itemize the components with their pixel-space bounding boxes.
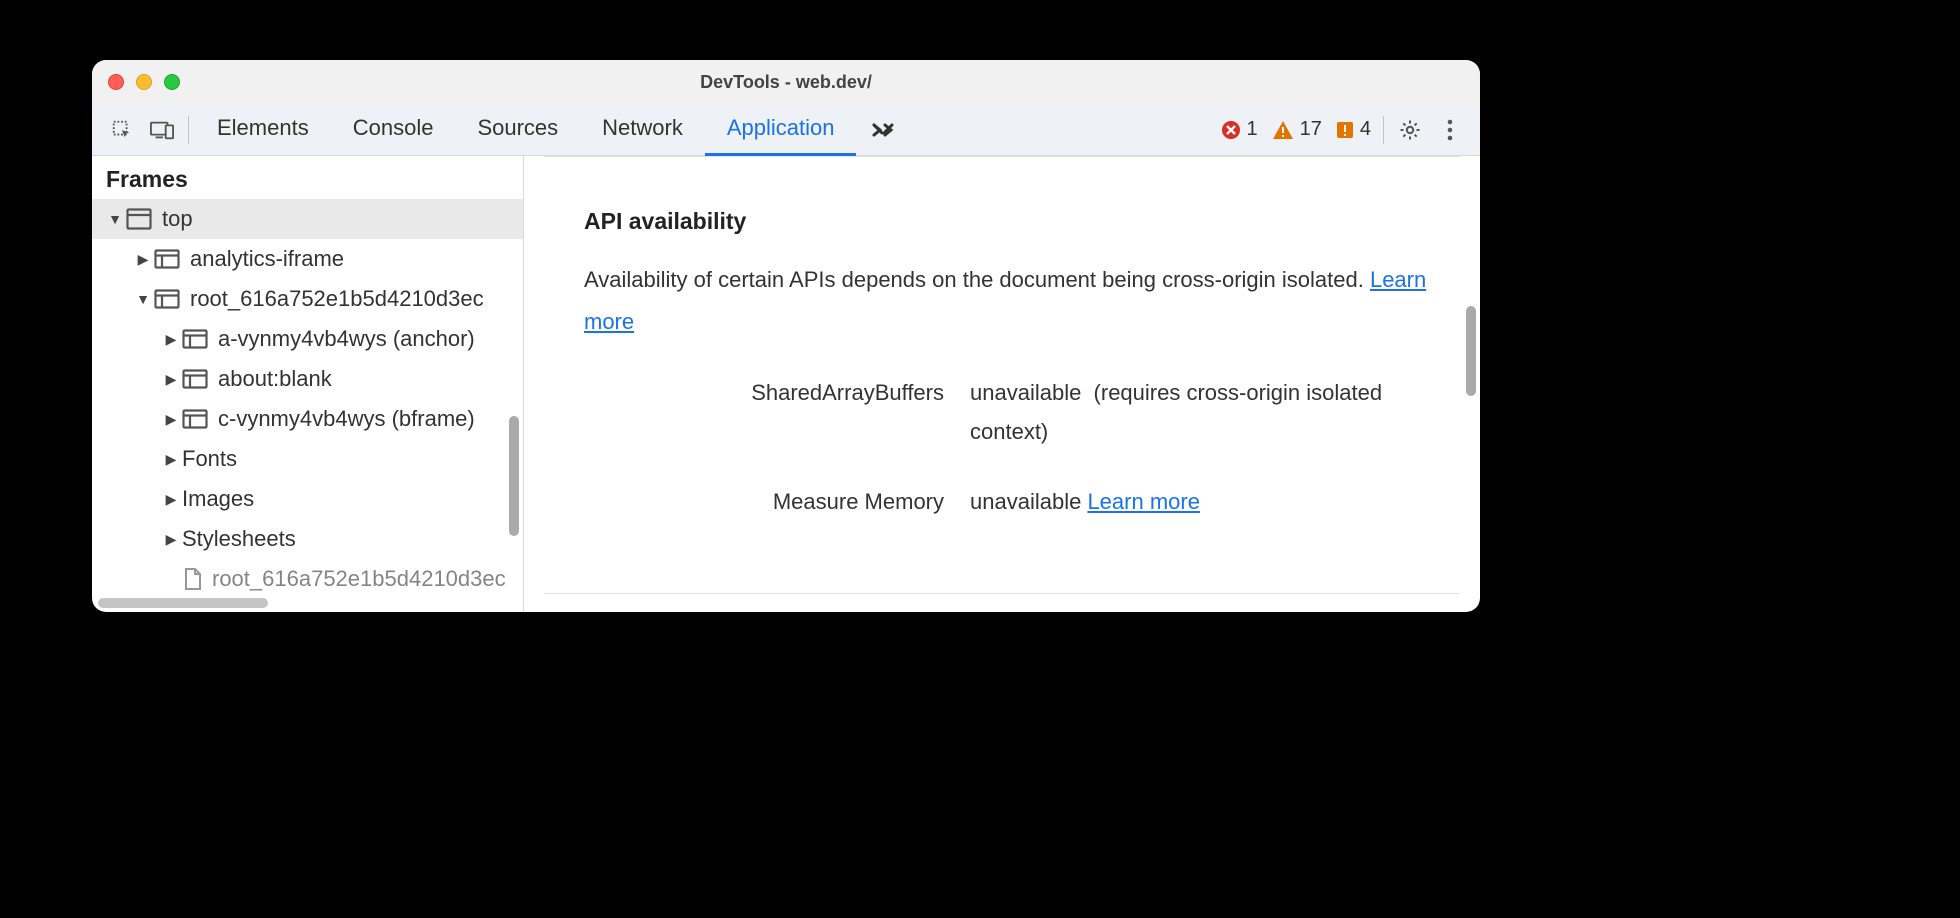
api-status-text: unavailable [970, 380, 1081, 405]
warning-icon [1272, 120, 1294, 140]
tab-console[interactable]: Console [331, 104, 456, 156]
tree-folder-fonts[interactable]: ▶ Fonts [92, 439, 523, 479]
expand-icon[interactable]: ▶ [164, 491, 178, 508]
frame-top[interactable]: ▼ top [92, 199, 523, 239]
tree-file-item[interactable]: root_616a752e1b5d4210d3ec [92, 559, 523, 599]
expand-icon[interactable]: ▶ [164, 531, 178, 548]
tab-application[interactable]: Application [705, 104, 857, 156]
sidebar-vertical-scrollbar[interactable] [509, 416, 519, 536]
api-status-text: unavailable [970, 489, 1081, 514]
tab-network[interactable]: Network [580, 104, 705, 156]
warnings-count[interactable]: 17 [1272, 118, 1322, 141]
expand-icon[interactable]: ▶ [164, 451, 178, 468]
window-title: DevTools - web.dev/ [92, 72, 1480, 93]
close-window-button[interactable] [108, 74, 124, 90]
issues-count[interactable]: 4 [1336, 118, 1371, 141]
frame-label: top [162, 206, 193, 232]
iframe-icon [154, 289, 180, 309]
iframe-icon [182, 329, 208, 349]
api-row-key: SharedArrayBuffers [584, 373, 944, 452]
frame-label: root_616a752e1b5d4210d3ec [190, 286, 484, 312]
api-row-value: unavailable (requires cross-origin isola… [970, 373, 1432, 452]
divider [544, 156, 1460, 157]
devtools-toolbar: Elements Console Sources Network Applica… [92, 104, 1480, 156]
iframe-icon [154, 249, 180, 269]
expand-icon[interactable]: ▶ [164, 331, 178, 348]
window-titlebar: DevTools - web.dev/ [92, 60, 1480, 104]
iframe-icon [182, 409, 208, 429]
frame-item[interactable]: ▶ analytics-iframe [92, 239, 523, 279]
frame-item[interactable]: ▶ c-vynmy4vb4wys (bframe) [92, 399, 523, 439]
expand-icon[interactable]: ▶ [164, 411, 178, 428]
sidebar-horizontal-scrollbar[interactable] [98, 598, 268, 608]
window-controls [92, 74, 180, 90]
devtools-window: DevTools - web.dev/ Elements Console Sou… [92, 60, 1480, 612]
file-icon [182, 568, 202, 590]
expand-icon[interactable]: ▶ [164, 371, 178, 388]
frame-label: c-vynmy4vb4wys (bframe) [218, 406, 475, 432]
frame-details-pane: API availability Availability of certain… [524, 156, 1480, 612]
expand-icon[interactable]: ▼ [108, 211, 122, 227]
tree-folder-images[interactable]: ▶ Images [92, 479, 523, 519]
content-vertical-scrollbar[interactable] [1466, 306, 1476, 396]
api-availability-table: SharedArrayBuffers unavailable (requires… [584, 373, 1432, 522]
error-icon [1221, 120, 1241, 140]
inspect-element-icon[interactable] [102, 104, 142, 156]
panel-tabs: Elements Console Sources Network Applica… [195, 104, 910, 156]
issues-count-value: 4 [1360, 118, 1371, 141]
iframe-icon [182, 369, 208, 389]
learn-more-link[interactable]: Learn more [1087, 489, 1200, 514]
frame-label: a-vynmy4vb4wys (anchor) [218, 326, 475, 352]
device-toolbar-icon[interactable] [142, 104, 182, 156]
panel-body: Frames ▼ top ▶ analytics-iframe [92, 156, 1480, 612]
toolbar-separator [1383, 116, 1384, 144]
api-availability-heading: API availability [584, 208, 1432, 235]
frame-item[interactable]: ▶ a-vynmy4vb4wys (anchor) [92, 319, 523, 359]
expand-icon[interactable]: ▶ [136, 251, 150, 268]
tree-folder-label: Fonts [182, 446, 237, 472]
toolbar-separator [188, 116, 189, 144]
frames-sidebar: Frames ▼ top ▶ analytics-iframe [92, 156, 524, 612]
expand-icon[interactable]: ▼ [136, 291, 150, 307]
api-availability-description: Availability of certain APIs depends on … [584, 259, 1432, 343]
api-row-value: unavailable Learn more [970, 482, 1432, 522]
frames-tree: ▼ top ▶ analytics-iframe ▼ [92, 199, 523, 599]
settings-icon[interactable] [1390, 118, 1430, 142]
tab-sources[interactable]: Sources [455, 104, 580, 156]
frame-item[interactable]: ▼ root_616a752e1b5d4210d3ec [92, 279, 523, 319]
frame-label: analytics-iframe [190, 246, 344, 272]
divider [544, 593, 1460, 594]
tree-folder-label: Images [182, 486, 254, 512]
errors-count-value: 1 [1247, 118, 1258, 141]
more-options-icon[interactable] [1430, 119, 1470, 141]
tab-elements[interactable]: Elements [195, 104, 331, 156]
tree-file-label: root_616a752e1b5d4210d3ec [212, 566, 506, 592]
tree-folder-stylesheets[interactable]: ▶ Stylesheets [92, 519, 523, 559]
window-icon [126, 208, 152, 230]
issue-icon [1336, 121, 1354, 139]
warnings-count-value: 17 [1300, 118, 1322, 141]
console-status[interactable]: 1 17 4 [1221, 118, 1378, 141]
api-row-key: Measure Memory [584, 482, 944, 522]
sidebar-section-header: Frames [92, 156, 523, 199]
zoom-window-button[interactable] [164, 74, 180, 90]
errors-count[interactable]: 1 [1221, 118, 1258, 141]
frame-item[interactable]: ▶ about:blank [92, 359, 523, 399]
more-tabs-icon[interactable] [856, 104, 910, 156]
tree-folder-label: Stylesheets [182, 526, 296, 552]
minimize-window-button[interactable] [136, 74, 152, 90]
description-text: Availability of certain APIs depends on … [584, 267, 1370, 292]
frame-label: about:blank [218, 366, 332, 392]
